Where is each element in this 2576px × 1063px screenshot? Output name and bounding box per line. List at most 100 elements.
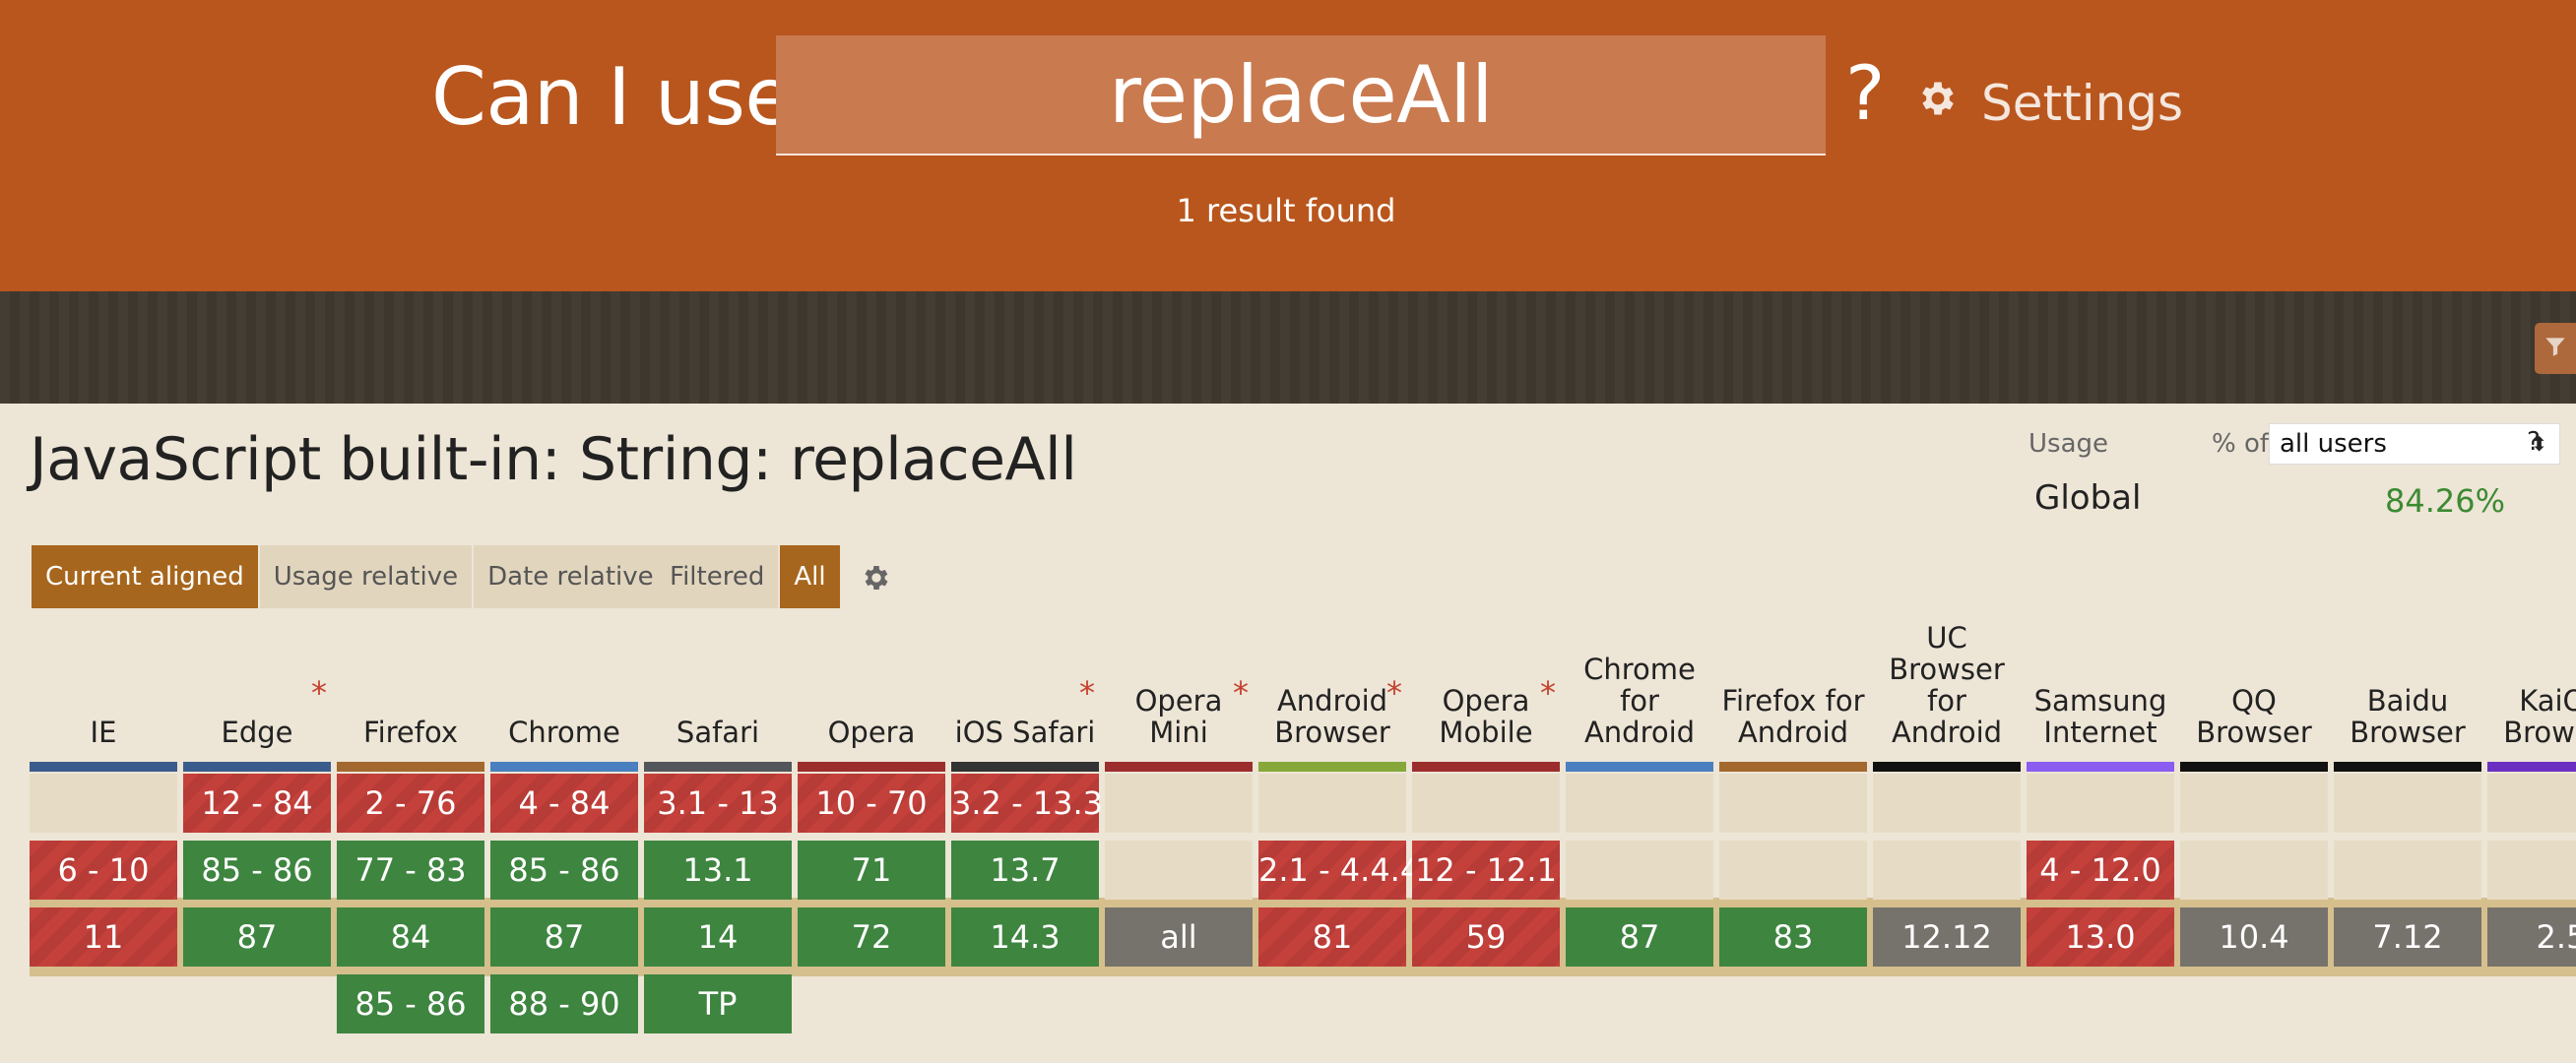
tab-filtered[interactable]: Filtered [656,545,779,608]
version-cell[interactable]: 84 [337,907,484,967]
version-cell[interactable]: 13.0 [2027,907,2174,967]
version-cell[interactable]: 3.2 - 13.3 [951,774,1103,833]
search-help-button[interactable]: ? [1845,49,1885,137]
site-brand[interactable]: Can I use [431,51,794,143]
browser-name: Chrome [508,716,620,749]
version-cell[interactable]: 2.1 - 4.4.4 [1258,841,1420,900]
version-cell[interactable]: 14.3 [951,907,1099,967]
feature-title[interactable]: JavaScript built-in: String: replaceAll [30,425,1077,494]
browser-name: Safari [676,716,760,749]
note-asterisk-icon[interactable]: * [1540,677,1556,709]
search-input[interactable]: replaceAll [776,35,1826,156]
gear-icon[interactable] [861,562,892,594]
empty-version-cell [2487,774,2576,833]
empty-version-cell [2180,841,2328,900]
browser-header-samsung-internet[interactable]: Samsung Internet [2027,630,2174,760]
browser-header-android-browser[interactable]: Android Browser * [1258,630,1406,760]
browser-color-bar [644,762,792,772]
version-cell[interactable]: 4 - 84 [490,774,638,833]
browser-header-qq-browser[interactable]: QQ Browser [2180,630,2328,760]
browser-header-chrome-for-android[interactable]: Chrome for Android [1566,630,1713,760]
usage-label: Usage [2029,429,2109,459]
browser-name: UC Browser for Android [1889,621,2005,749]
filter-icon [2543,334,2576,363]
tab-current-aligned[interactable]: Current aligned [32,545,258,608]
version-cell[interactable]: 13.7 [951,841,1099,900]
browser-color-bar [2334,762,2481,772]
browser-color-bar [2180,762,2328,772]
usage-help-button[interactable]: ? [2527,427,2541,457]
empty-version-cell [2027,774,2174,833]
note-asterisk-icon[interactable]: * [311,677,327,709]
version-cell[interactable]: 85 - 86 [337,974,484,1033]
version-cell[interactable]: 83 [1719,907,1867,967]
filter-toggle-button[interactable] [2535,323,2576,374]
version-cell[interactable]: 87 [490,907,638,967]
version-cell[interactable]: 10 - 70 [798,774,945,833]
version-cell[interactable]: 87 [183,907,331,967]
browser-header-opera[interactable]: Opera [798,630,945,760]
browser-name: Firefox [363,716,458,749]
version-cell[interactable]: 2 - 76 [337,774,484,833]
empty-version-cell [1105,774,1253,833]
tab-date-relative[interactable]: Date relative [474,545,668,608]
browser-header-ios-safari[interactable]: iOS Safari * [951,630,1099,760]
browser-name: KaiOS Browser [2503,684,2576,749]
browser-header-safari[interactable]: Safari [644,630,792,760]
version-cell[interactable]: 12 - 84 [183,774,331,833]
version-cell[interactable]: 6 - 10 [30,841,177,900]
empty-version-cell [1873,841,2021,900]
version-cell[interactable]: 14 [644,907,792,967]
browser-name: Opera Mini [1134,684,1223,749]
version-cell[interactable]: 7.12 [2334,907,2481,967]
version-cell[interactable]: 85 - 86 [490,841,638,900]
browser-header-firefox-for-android[interactable]: Firefox for Android [1719,630,1867,760]
version-cell[interactable]: 12 - 12.1 [1412,841,1560,900]
global-usage-label: Global [2034,478,2142,518]
browser-header-kaios-browser[interactable]: KaiOS Browser [2487,630,2576,760]
version-cell[interactable]: 85 - 86 [183,841,331,900]
version-cell[interactable]: 77 - 83 [337,841,484,900]
empty-version-cell [1412,774,1560,833]
version-cell[interactable]: 72 [798,907,945,967]
tab-usage-relative[interactable]: Usage relative [259,545,473,608]
note-asterisk-icon[interactable]: * [1079,677,1095,709]
tab-all[interactable]: All [780,545,840,608]
version-cell[interactable]: all [1105,907,1253,967]
browser-header-uc-browser-for-android[interactable]: UC Browser for Android [1873,622,2021,760]
empty-version-cell [2487,841,2576,900]
browser-header-ie[interactable]: IE [30,630,177,760]
browser-header-opera-mobile[interactable]: Opera Mobile * [1412,630,1560,760]
version-cell[interactable]: 11 [30,907,177,967]
version-cell[interactable]: 2.5 [2487,907,2576,967]
version-cell[interactable]: 10.4 [2180,907,2328,967]
version-cell[interactable]: TP [644,974,792,1033]
search-input-value[interactable]: replaceAll [776,35,1826,156]
version-cell[interactable]: 81 [1258,907,1406,967]
note-asterisk-icon[interactable]: * [1233,677,1249,709]
browser-color-bar [337,762,484,772]
version-cell[interactable]: 59 [1412,907,1560,967]
gear-icon [1916,75,1960,132]
browser-header-firefox[interactable]: Firefox [337,630,484,760]
decorative-band [0,291,2576,404]
browser-header-baidu-browser[interactable]: Baidu Browser [2334,630,2481,760]
version-cell[interactable]: 71 [798,841,945,900]
browser-header-edge[interactable]: Edge * [183,630,331,760]
browser-name: Edge [221,716,293,749]
version-cell[interactable]: 88 - 90 [490,974,638,1033]
version-cell[interactable]: 12.12 [1873,907,2021,967]
browser-name: Samsung Internet [2033,684,2167,749]
browser-color-bar [30,762,177,772]
note-asterisk-icon[interactable]: * [1386,677,1402,709]
usage-scope-select[interactable]: all users ⬍ [2269,423,2560,465]
browser-header-opera-mini[interactable]: Opera Mini * [1105,630,1253,760]
browser-color-bar [183,762,331,772]
browser-header-chrome[interactable]: Chrome [490,630,638,760]
version-cell[interactable]: 4 - 12.0 [2027,841,2174,900]
browser-name: QQ Browser [2196,684,2312,749]
version-cell[interactable]: 3.1 - 13 [644,774,792,833]
version-cell[interactable]: 13.1 [644,841,792,900]
version-cell[interactable]: 87 [1566,907,1713,967]
settings-button[interactable]: Settings [1916,71,2183,136]
